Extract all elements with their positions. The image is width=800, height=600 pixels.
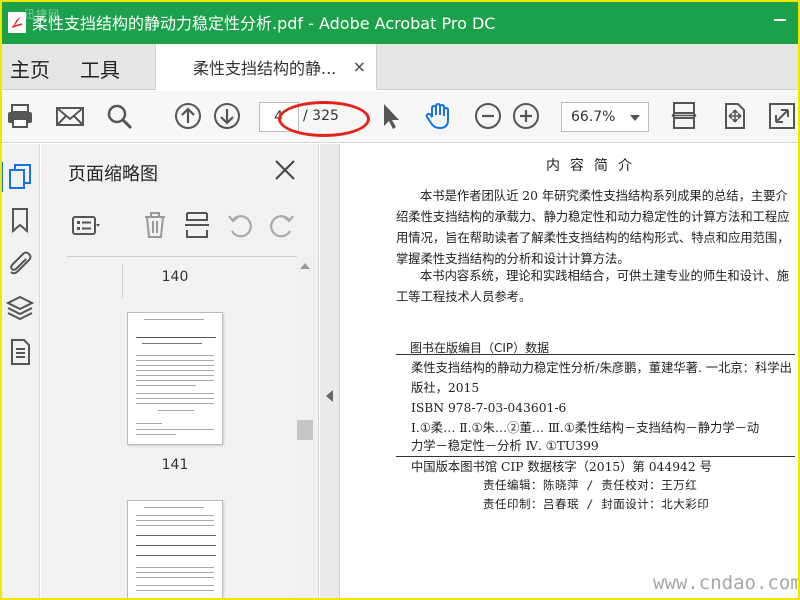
close-tab-icon[interactable]: × bbox=[353, 57, 366, 76]
panel-title: 页面缩略图 bbox=[68, 164, 158, 185]
annotation-highlight-ellipse bbox=[278, 101, 370, 137]
select-tool-icon[interactable] bbox=[376, 101, 406, 131]
main-toolbar: 4 / 325 66.7% bbox=[0, 91, 800, 143]
summary-paragraph: 本书内容系统，理论和实践相结合，可供土建专业的师生和设计、施工等工程技术人员参考… bbox=[396, 269, 789, 304]
active-indicator bbox=[0, 162, 3, 192]
scroll-up-icon[interactable] bbox=[300, 263, 310, 269]
next-page-icon[interactable] bbox=[212, 101, 242, 131]
document-tab-label: 柔性支挡结构的静... bbox=[193, 59, 337, 78]
thumbnail-scrollbar[interactable] bbox=[295, 257, 315, 600]
attachments-icon[interactable] bbox=[6, 250, 34, 278]
cip-line: Ⅰ.①柔… Ⅱ.①朱…②董… Ⅲ.①柔性结构－支挡结构－静力学－动 bbox=[411, 421, 760, 435]
thumbnail-label: 140 bbox=[161, 269, 189, 285]
chevron-down-icon bbox=[630, 115, 640, 121]
cip-line: ISBN 978-7-03-043601-6 bbox=[411, 401, 567, 415]
thumbnail-page-142[interactable] bbox=[127, 500, 223, 600]
layers-icon[interactable] bbox=[5, 294, 35, 322]
zoom-out-icon[interactable] bbox=[473, 101, 503, 131]
fit-page-icon[interactable] bbox=[719, 101, 749, 131]
summary-paragraph: 本书是作者团队近 20 年研究柔性支挡结构系列成果的总结，主要介绍柔性支挡结构的… bbox=[396, 189, 790, 266]
options-menu-icon[interactable] bbox=[71, 210, 101, 240]
watermark-text: 迅捷网 bbox=[24, 8, 60, 21]
tools-menu[interactable]: 工具 bbox=[80, 54, 120, 83]
fit-width-icon[interactable] bbox=[669, 101, 699, 131]
home-menu[interactable]: 主页 bbox=[10, 54, 50, 83]
thumbnails-panel: 页面缩略图 140 141 bbox=[41, 144, 319, 600]
bookmarks-icon[interactable] bbox=[6, 206, 34, 234]
delete-pages-icon[interactable] bbox=[140, 210, 170, 240]
thumbnail-list: 140 141 bbox=[67, 257, 293, 600]
rotate-left-icon[interactable] bbox=[225, 210, 255, 240]
cip-line: 柔性支挡结构的静动力稳定性分析/朱彦鹏，董建华著. 一北京：科学出 bbox=[411, 361, 792, 375]
cip-line: 版社，2015 bbox=[411, 381, 480, 395]
site-watermark: www.cndao.com bbox=[653, 572, 800, 594]
cip-number: 中国版本图书馆 CIP 数据核字（2015）第 044942 号 bbox=[411, 460, 712, 474]
thumbnail-label: 141 bbox=[161, 457, 189, 473]
cip-line: 力学－稳定性－分析 Ⅳ. ①TU399 bbox=[411, 439, 599, 453]
document-page: 内容简介 本书是作者团队近 20 年研究柔性支挡结构系列成果的总结，主要介绍柔性… bbox=[341, 144, 800, 600]
minimize-button[interactable] bbox=[766, 8, 794, 32]
email-icon[interactable] bbox=[55, 101, 85, 131]
scrollbar-thumb[interactable] bbox=[297, 420, 313, 440]
zoom-select[interactable]: 66.7% bbox=[561, 102, 649, 132]
thumbnail-page-141[interactable] bbox=[127, 312, 223, 445]
page-heading: 内容简介 bbox=[546, 158, 642, 174]
document-tab[interactable]: 柔性支挡结构的静... × bbox=[155, 44, 377, 90]
navigation-rail bbox=[0, 144, 40, 600]
window-title: 柔性支挡结构的静动力稳定性分析.pdf - Adobe Acrobat Pro … bbox=[32, 14, 496, 33]
credit-editor: 责任编辑：陈晓萍 / 责任校对：王万红 bbox=[483, 478, 698, 492]
page-thumbnails-icon[interactable] bbox=[6, 162, 34, 190]
search-icon[interactable] bbox=[104, 101, 134, 131]
full-screen-icon[interactable] bbox=[767, 101, 797, 131]
rotate-right-icon[interactable] bbox=[267, 210, 297, 240]
credit-print: 责任印制：吕春珉 / 封面设计：北大彩印 bbox=[483, 497, 710, 511]
zoom-in-icon[interactable] bbox=[511, 101, 541, 131]
document-content-icon[interactable] bbox=[6, 338, 34, 366]
hand-tool-icon[interactable] bbox=[423, 101, 453, 131]
close-panel-icon[interactable] bbox=[273, 158, 297, 182]
insert-page-icon[interactable] bbox=[182, 210, 212, 240]
print-icon[interactable] bbox=[5, 101, 35, 131]
zoom-value: 66.7% bbox=[571, 109, 616, 125]
collapse-panel-icon[interactable] bbox=[326, 390, 333, 402]
menu-row: 主页 工具 柔性支挡结构的静... × bbox=[0, 44, 800, 90]
previous-page-icon[interactable] bbox=[173, 101, 203, 131]
panel-splitter[interactable] bbox=[320, 144, 340, 600]
title-bar: 迅捷网 柔性支挡结构的静动力稳定性分析.pdf - Adobe Acrobat … bbox=[0, 0, 800, 44]
thumbnail-toolbar bbox=[41, 200, 319, 298]
divider bbox=[396, 354, 795, 355]
